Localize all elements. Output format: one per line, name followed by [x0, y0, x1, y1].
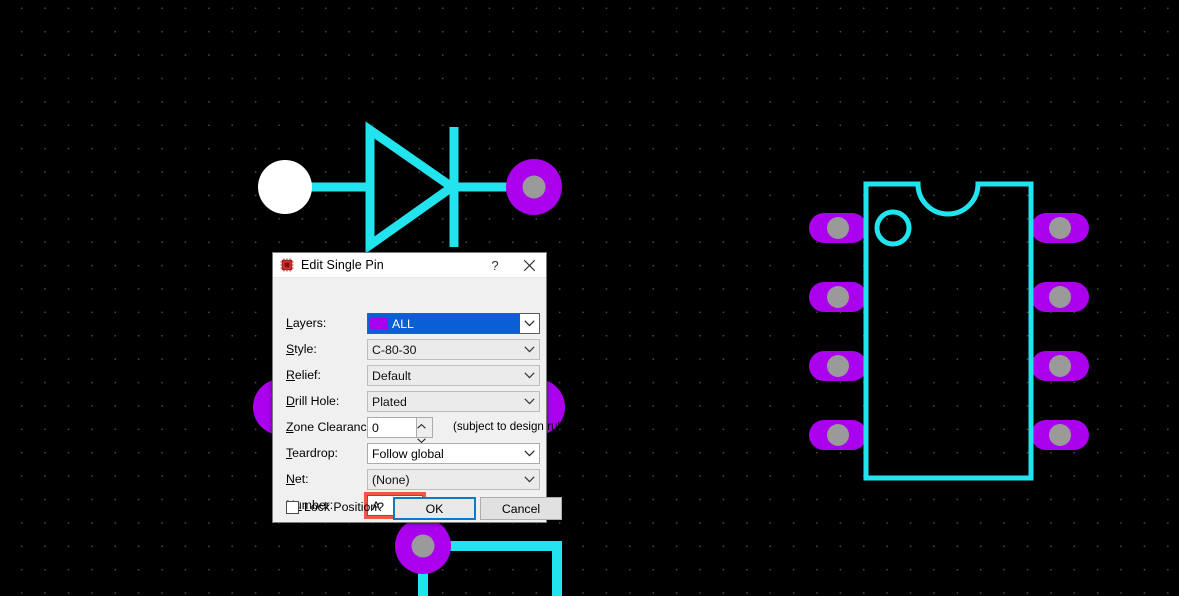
label-layers: Layers: — [286, 316, 327, 330]
teardrop-value: Follow global — [372, 446, 444, 461]
field-row-teardrop: Teardrop: Follow global — [273, 443, 546, 465]
diode-component-group[interactable] — [258, 121, 562, 254]
bottom-net-group[interactable] — [395, 518, 562, 596]
chip-icon — [280, 258, 294, 272]
chevron-down-icon[interactable] — [520, 392, 539, 411]
zone-clearance-input[interactable]: 0 — [367, 417, 416, 438]
close-icon[interactable] — [512, 253, 546, 277]
relief-combobox[interactable]: Default — [367, 365, 540, 386]
pcb-vector-layer — [253, 121, 1089, 596]
chevron-down-icon[interactable] — [520, 366, 539, 385]
style-combobox[interactable]: C-80-30 — [367, 339, 540, 360]
dip-pad-left-4-drill — [827, 424, 849, 446]
dip-pad-right-4-drill — [1049, 424, 1071, 446]
dip-pad-left-1-drill — [827, 217, 849, 239]
diode-cathode-drill-hole — [522, 175, 546, 199]
chevron-down-icon[interactable] — [520, 340, 539, 359]
checkbox-box[interactable] — [286, 500, 299, 514]
field-row-style: Style: C-80-30 — [273, 339, 546, 361]
dip-pin1-marker-icon — [874, 209, 912, 247]
chevron-down-icon[interactable] — [520, 444, 539, 463]
dip-left-pads[interactable] — [809, 213, 867, 450]
ok-button[interactable]: OK — [393, 497, 476, 520]
spinner-up-icon[interactable] — [417, 418, 432, 432]
dip-pad-right-2-drill — [1049, 286, 1071, 308]
dip-pad-left-2-drill — [827, 286, 849, 308]
dip-pad-right-1-drill — [1049, 217, 1071, 239]
lock-position-checkbox[interactable]: Lock Position? — [286, 500, 384, 514]
bottom-pad-drill-hole — [411, 534, 435, 558]
pcb-editor-canvas[interactable] — [0, 0, 1179, 596]
dip-right-pads[interactable] — [1031, 213, 1089, 450]
label-zone-clearance: Zone Clearance: — [286, 420, 377, 434]
teardrop-combobox[interactable]: Follow global — [367, 443, 540, 464]
dialog-footer: Lock Position? OK Cancel — [273, 496, 562, 523]
zone-clearance-note: (subject to design rules) — [453, 420, 577, 433]
label-drill-hole: Drill Hole: — [286, 394, 340, 408]
field-row-relief: Relief: Default — [273, 365, 546, 387]
label-style: Style: — [286, 342, 317, 356]
close-x-glyph — [523, 259, 535, 271]
dialog-title: Edit Single Pin — [301, 258, 384, 272]
layers-value: ALL — [392, 316, 414, 331]
lock-position-label: Lock Position? — [304, 500, 384, 514]
layers-combobox[interactable]: ALL — [367, 313, 540, 334]
diode-triangle-icon — [365, 121, 460, 254]
label-teardrop: Teardrop: — [286, 446, 338, 460]
net-value: (None) — [372, 472, 410, 487]
dip-body-outline — [863, 181, 1034, 481]
layers-selected-wrap: ALL — [368, 314, 520, 333]
field-row-layers: Layers: ALL — [273, 313, 546, 335]
layer-color-swatch — [370, 317, 388, 330]
dip-pad-left-3-drill — [827, 355, 849, 377]
diode-anode-pad[interactable] — [258, 160, 312, 214]
style-value: C-80-30 — [372, 342, 417, 357]
label-relief: Relief: — [286, 368, 321, 382]
relief-value: Default — [372, 368, 411, 383]
dip8-footprint-group[interactable] — [809, 181, 1089, 481]
chevron-down-icon[interactable] — [520, 470, 539, 489]
cancel-button[interactable]: Cancel — [480, 497, 562, 520]
field-row-drill-hole: Drill Hole: Plated — [273, 391, 546, 413]
dialog-body: Layers: ALL Style: C-80-30 Relief: Defau… — [273, 278, 576, 523]
field-row-zone-clearance: Zone Clearance: 0 (subject to design rul… — [273, 417, 576, 444]
net-combobox[interactable]: (None) — [367, 469, 540, 490]
dip-pad-right-3-drill — [1049, 355, 1071, 377]
field-row-net: Net: (None) — [273, 469, 546, 491]
chevron-down-icon[interactable] — [520, 314, 539, 333]
label-net: Net: — [286, 472, 309, 486]
help-button[interactable]: ? — [478, 253, 512, 277]
zone-clearance-spinner[interactable]: 0 — [367, 417, 433, 444]
dialog-titlebar[interactable]: Edit Single Pin ? — [273, 253, 546, 278]
spinner-buttons[interactable] — [416, 417, 433, 444]
edit-single-pin-dialog[interactable]: Edit Single Pin ? Layers: ALL Style: C-8… — [272, 252, 576, 523]
drill-hole-combobox[interactable]: Plated — [367, 391, 540, 412]
drill-hole-value: Plated — [372, 394, 407, 409]
